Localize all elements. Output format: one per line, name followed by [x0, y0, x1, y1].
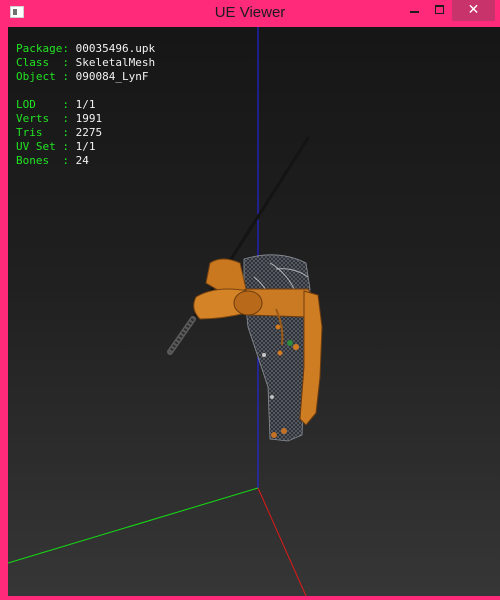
title-bar[interactable]: UE Viewer ✕: [4, 0, 496, 27]
minimize-button[interactable]: [402, 0, 427, 21]
info-lod: LOD : 1/1: [16, 98, 96, 111]
info-class: Class : SkeletalMesh: [16, 56, 156, 69]
maximize-icon: [435, 5, 444, 14]
3d-viewport[interactable]: Package: 00035496.upk Class : SkeletalMe…: [8, 27, 500, 596]
close-button[interactable]: ✕: [452, 0, 495, 21]
info-verts: Verts : 1991: [16, 112, 103, 125]
y-axis: [8, 487, 259, 564]
app-window: UE Viewer ✕ Package: 00035496.upk Class …: [0, 0, 500, 600]
info-uvset: UV Set : 1/1: [16, 140, 96, 153]
maximize-button[interactable]: [427, 0, 452, 21]
info-tris: Tris : 2275: [16, 126, 103, 139]
info-bones: Bones : 24: [16, 154, 89, 167]
close-icon: ✕: [467, 2, 480, 18]
mesh-info-panel: Package: 00035496.upk Class : SkeletalMe…: [16, 42, 155, 168]
info-package: Package: 00035496.upk: [16, 42, 156, 55]
minimize-icon: [410, 11, 419, 13]
x-axis: [257, 487, 307, 596]
info-object: Object : 090084_LynF: [16, 70, 149, 83]
